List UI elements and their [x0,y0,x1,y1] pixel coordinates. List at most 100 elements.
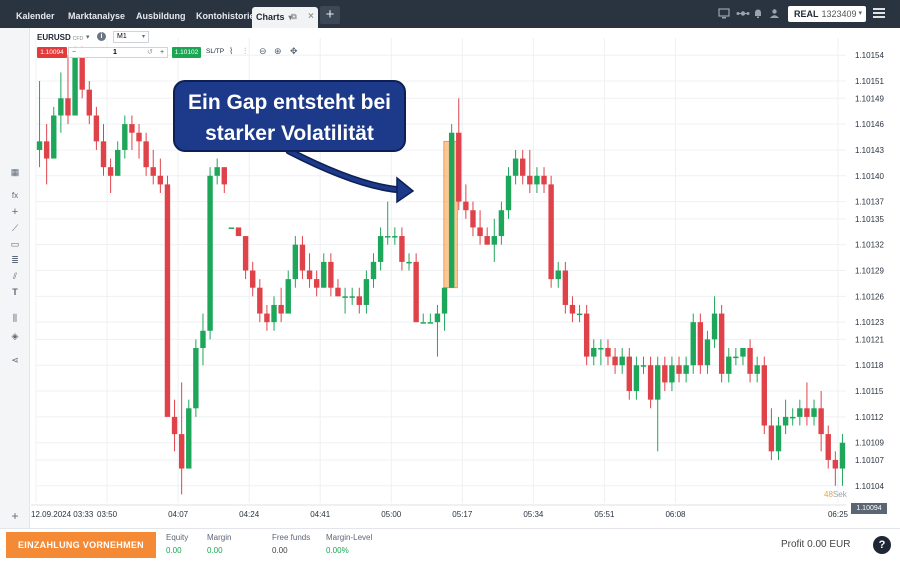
candle-body [178,434,185,469]
add-tab-button[interactable]: + [320,6,340,24]
user-icon[interactable] [769,8,780,19]
symbol-name: EURUSD [37,33,71,42]
candle [754,356,760,383]
candle [122,115,128,159]
candle-body [242,236,249,271]
candle-body [413,261,419,323]
decrease-button[interactable]: − [72,48,76,57]
price-axis: 1.10154 1.10151 1.10149 1.10146 1.10143 1.101… [855,51,884,491]
candle [86,81,92,125]
time-axis: 12.09.2024 03:33 03:50 04:07 04:24 04:41 05:0… [31,504,849,519]
candle-body [186,408,192,469]
settings-sliders-icon[interactable]: ⫼ [9,312,21,324]
help-button[interactable]: ? [873,536,891,554]
candle-body [93,115,100,142]
close-icon[interactable]: × [308,7,314,27]
candle [107,158,114,193]
candle-body [690,322,696,366]
candle [385,201,391,245]
indicator-fx-icon[interactable]: fx [9,190,21,202]
reset-icon[interactable]: ↺ [147,48,153,57]
account-selector[interactable]: REAL 1323409 ▾ [788,6,866,22]
quantity-stepper[interactable]: − 1 ↺ + [68,47,168,58]
price-chart[interactable]: 1.10154 1.10151 1.10149 1.10146 1.10143 1.101… [31,28,900,528]
annotation-arrow [285,147,407,194]
zoom-in-icon[interactable]: ⊕ [274,46,282,57]
candle [292,236,299,288]
sell-button[interactable]: 1.10094 [37,47,67,58]
candle [655,356,661,452]
symbol-selector[interactable]: EURUSD CFD [37,33,83,42]
tab-ausbildung[interactable]: Ausbildung [128,6,194,26]
monitor-icon[interactable] [718,8,730,19]
candle-body [377,236,384,262]
candle-body [427,322,434,324]
tab-kalender[interactable]: Kalender [8,6,63,26]
add-chart-icon[interactable]: + [9,510,21,522]
quantity-value[interactable]: 1 [113,48,117,57]
candle-body [484,236,490,245]
share-icon[interactable]: ⋖ [9,354,21,366]
tab-marktanalyse[interactable]: Marktanalyse [60,6,133,26]
chevron-down-icon[interactable]: ▾ [86,33,90,41]
buy-button[interactable]: 1.10102 [172,47,201,58]
candle-body [541,175,547,185]
hamburger-menu-icon[interactable] [873,8,885,18]
candle [640,356,647,374]
candle-body [647,365,654,400]
candle [271,296,277,331]
margin-level-label: Margin-Level [326,533,373,542]
rectangle-icon[interactable]: ▭ [9,238,21,250]
move-icon[interactable]: ✥ [290,46,298,57]
candle-body [200,330,206,348]
candle [491,218,497,262]
candle [93,106,100,150]
candle-body [299,244,306,271]
network-icon[interactable] [736,8,750,19]
candle-body [313,279,320,288]
candle [221,167,227,193]
zoom-out-icon[interactable]: ⊖ [259,46,267,57]
text-tool-icon[interactable]: T [9,286,21,298]
x-tick-label: 05:00 [381,510,402,519]
candle [718,304,725,383]
timeframe-select[interactable]: M1 ▾ [113,31,149,43]
candle [392,227,398,245]
sltp-button[interactable]: SL/TP [206,48,224,55]
candle [200,313,206,366]
chart-type-icon[interactable]: ⌇ [229,46,233,57]
layers-icon[interactable]: ◈ [9,330,21,342]
increase-button[interactable]: + [160,48,164,57]
info-icon[interactable]: i [97,32,106,41]
candle-body [36,141,43,150]
candle [775,416,782,460]
candle [605,339,611,366]
candle [612,348,618,374]
detach-icon[interactable]: ⧉ [291,7,297,27]
candle-body [271,304,277,323]
candle-body [221,167,227,185]
candle-body [527,175,533,185]
candle [285,270,291,314]
pitchfork-icon[interactable]: ⫽ [9,270,21,282]
chart-area[interactable]: 1.10154 1.10151 1.10149 1.10146 1.10143 1.101… [31,28,900,528]
layout-grid-icon[interactable]: ▦ [9,166,21,178]
crosshair-icon[interactable]: + [9,206,21,218]
tab-charts[interactable]: Charts ▾ ⧉ × [252,7,318,28]
deposit-button[interactable]: EINZAHLUNG VORNEHMEN [6,532,156,558]
fibonacci-icon[interactable]: ≣ [9,254,21,266]
candle-body [477,227,483,237]
bell-icon[interactable] [753,8,763,19]
candle [157,158,164,193]
candle [335,279,341,297]
candle-body [633,365,640,392]
indicators-icon[interactable]: ⫶ [244,46,246,57]
candle-body [58,98,64,116]
trendline-icon[interactable]: ⟋ [9,222,21,234]
candle [747,339,753,383]
candle-body [193,348,199,409]
candle [250,261,256,297]
candle [356,287,362,314]
candle [704,330,711,374]
candle [782,399,789,435]
